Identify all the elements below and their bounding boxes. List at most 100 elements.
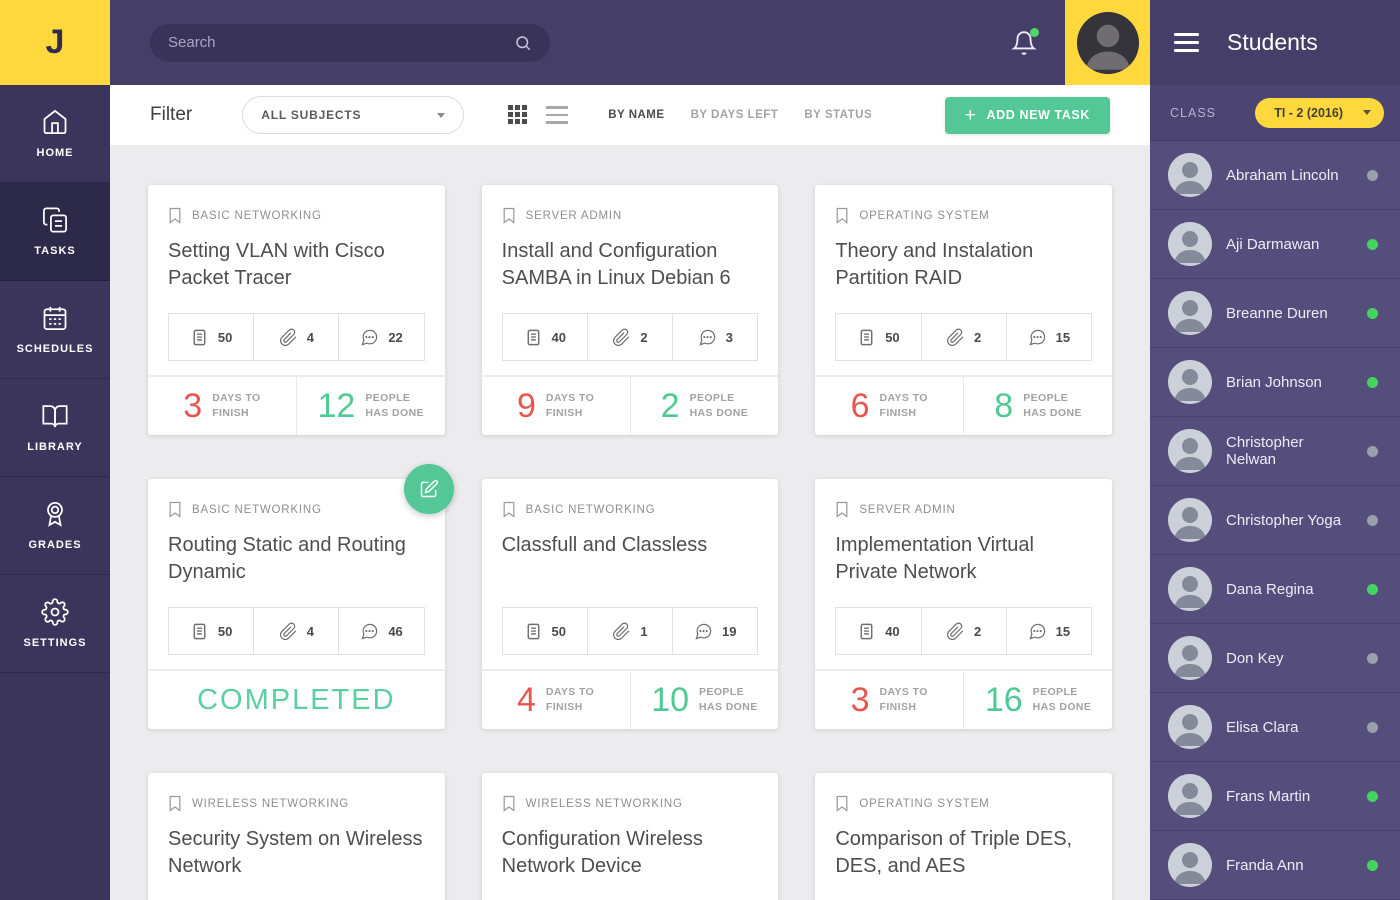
student-status-dot (1367, 721, 1378, 733)
task-category: OPERATING SYSTEM (835, 795, 1092, 812)
task-card[interactable]: OPERATING SYSTEM Comparison of Triple DE… (815, 773, 1112, 900)
student-avatar (1168, 153, 1212, 197)
student-row[interactable]: Frans Martin (1150, 762, 1400, 831)
student-row[interactable]: Brian Johnson (1150, 348, 1400, 417)
student-avatar (1168, 222, 1212, 266)
note-icon (527, 329, 539, 345)
sidebar-item-library[interactable]: LIBRARY (0, 379, 110, 477)
people-has-done: 16 PEOPLE HAS DONE (963, 671, 1112, 729)
student-avatar (1168, 429, 1212, 473)
class-dropdown[interactable]: TI - 2 (2016) (1255, 97, 1384, 128)
chat-icon (1029, 623, 1045, 640)
subject-filter-dropdown[interactable]: ALL SUBJECTS (242, 96, 465, 134)
sidebar-item-settings[interactable]: SETTINGS (0, 575, 110, 673)
sidebar-item-label: TASKS (34, 245, 76, 257)
task-title: Configuration Wireless Network Device (501, 828, 703, 877)
comment-count: 3 (672, 314, 757, 360)
menu-icon[interactable] (1174, 33, 1199, 52)
comment-count: 15 (1005, 314, 1091, 360)
sidebar-item-label: SETTINGS (23, 637, 87, 649)
student-name: Breanne Duren (1226, 304, 1328, 322)
comment-count: 19 (672, 608, 757, 654)
note-icon (860, 623, 873, 639)
pencil-icon (420, 479, 438, 498)
task-count: 40 (503, 314, 587, 360)
people-has-done: 12 PEOPLE HAS DONE (295, 377, 445, 435)
class-value: TI - 2 (2016) (1274, 105, 1343, 120)
student-row[interactable]: Aji Darmawan (1150, 210, 1400, 279)
student-row[interactable]: Don Key (1150, 624, 1400, 693)
task-card-body: WIRELESS NETWORKING Configuration Wirele… (482, 773, 779, 900)
grid-view-button[interactable] (508, 105, 528, 125)
notifications-button[interactable] (1011, 27, 1039, 56)
task-category-label: OPERATING SYSTEM (859, 797, 990, 810)
task-card[interactable]: BASIC NETWORKING Routing Static and Rout… (148, 464, 454, 729)
top-bar (110, 0, 1150, 85)
search-icon[interactable] (514, 34, 532, 52)
student-row[interactable]: Breanne Duren (1150, 279, 1400, 348)
task-card[interactable]: BASIC NETWORKING Classfull and Classless… (481, 479, 779, 729)
student-status-dot (1367, 445, 1378, 457)
student-avatar (1168, 774, 1212, 818)
paperclip-icon (613, 328, 630, 346)
student-row[interactable]: Dana Regina (1150, 555, 1400, 624)
task-count: 50 (503, 608, 587, 654)
task-title: Install and Configuration SAMBA in Linux… (501, 240, 731, 289)
task-count: 50 (836, 314, 920, 360)
sidebar-item-grades[interactable]: GRADES (0, 477, 110, 575)
task-category: OPERATING SYSTEM (835, 207, 1092, 224)
task-card[interactable]: SERVER ADMIN Install and Configuration S… (481, 185, 779, 435)
comment-count: 46 (338, 608, 423, 654)
task-card[interactable]: BASIC NETWORKING Setting VLAN with Cisco… (148, 185, 445, 435)
chevron-down-icon (437, 112, 446, 118)
task-title: Comparison of Triple DES, DES, and AES (835, 828, 1073, 877)
task-category-label: BASIC NETWORKING (192, 209, 322, 222)
student-status-dot (1367, 652, 1378, 664)
days-to-finish: 3 DAYS TO FINISH (850, 680, 928, 719)
people-has-done: 8 PEOPLE HAS DONE (963, 377, 1112, 435)
student-row[interactable]: Elisa Clara (1150, 693, 1400, 762)
app-logo[interactable]: J (0, 0, 110, 85)
comment-count: 15 (1005, 608, 1091, 654)
attachment-count: 2 (586, 314, 672, 360)
sidebar-item-label: HOME (36, 147, 74, 159)
sidebar-item-tasks[interactable]: TASKS (0, 183, 110, 281)
chat-icon (699, 329, 715, 346)
student-status-dot (1367, 790, 1378, 802)
sort-option[interactable]: BY DAYS LEFT (691, 109, 779, 121)
task-card-grid: BASIC NETWORKING Setting VLAN with Cisco… (110, 145, 1150, 900)
student-row[interactable]: Christopher Nelwan (1150, 417, 1400, 486)
sort-option[interactable]: BY STATUS (804, 109, 872, 121)
home-icon (43, 109, 67, 134)
app-window: J HOME TASKS SCHEDULES LIBRARY GRADES SE… (0, 0, 1400, 900)
add-new-task-button[interactable]: + ADD NEW TASK (944, 96, 1110, 134)
student-name: Christopher Nelwan (1226, 434, 1304, 468)
student-avatar (1168, 567, 1212, 611)
task-card[interactable]: WIRELESS NETWORKING Configuration Wirele… (481, 773, 779, 900)
plus-icon: + (964, 104, 977, 126)
medal-icon (47, 502, 63, 527)
student-row[interactable]: Christopher Yoga (1150, 486, 1400, 555)
sort-option[interactable]: BY NAME (608, 109, 664, 121)
edit-task-button[interactable] (403, 464, 454, 514)
task-title: Security System on Wireless Network (168, 828, 423, 877)
list-view-button[interactable] (546, 106, 569, 124)
attachment-count: 4 (253, 314, 338, 360)
search-input[interactable] (168, 34, 514, 51)
student-row[interactable]: Abraham Lincoln (1150, 141, 1400, 210)
attachment-count: 4 (253, 608, 338, 654)
search-bar (150, 23, 550, 62)
student-status-dot (1367, 376, 1378, 388)
user-avatar-button[interactable] (1065, 0, 1150, 85)
task-category-label: WIRELESS NETWORKING (192, 797, 350, 810)
task-card[interactable]: WIRELESS NETWORKING Security System on W… (148, 773, 445, 900)
main-nav: HOME TASKS SCHEDULES LIBRARY GRADES SETT… (0, 85, 110, 673)
task-count: 50 (169, 608, 253, 654)
view-toggles (508, 105, 569, 125)
task-card[interactable]: OPERATING SYSTEM Theory and Instalation … (815, 185, 1112, 435)
comment-count: 22 (338, 314, 423, 360)
sidebar-item-schedules[interactable]: SCHEDULES (0, 281, 110, 379)
student-row[interactable]: Franda Ann (1150, 831, 1400, 900)
sidebar-item-home[interactable]: HOME (0, 85, 110, 183)
task-card[interactable]: SERVER ADMIN Implementation Virtual Priv… (815, 479, 1112, 729)
